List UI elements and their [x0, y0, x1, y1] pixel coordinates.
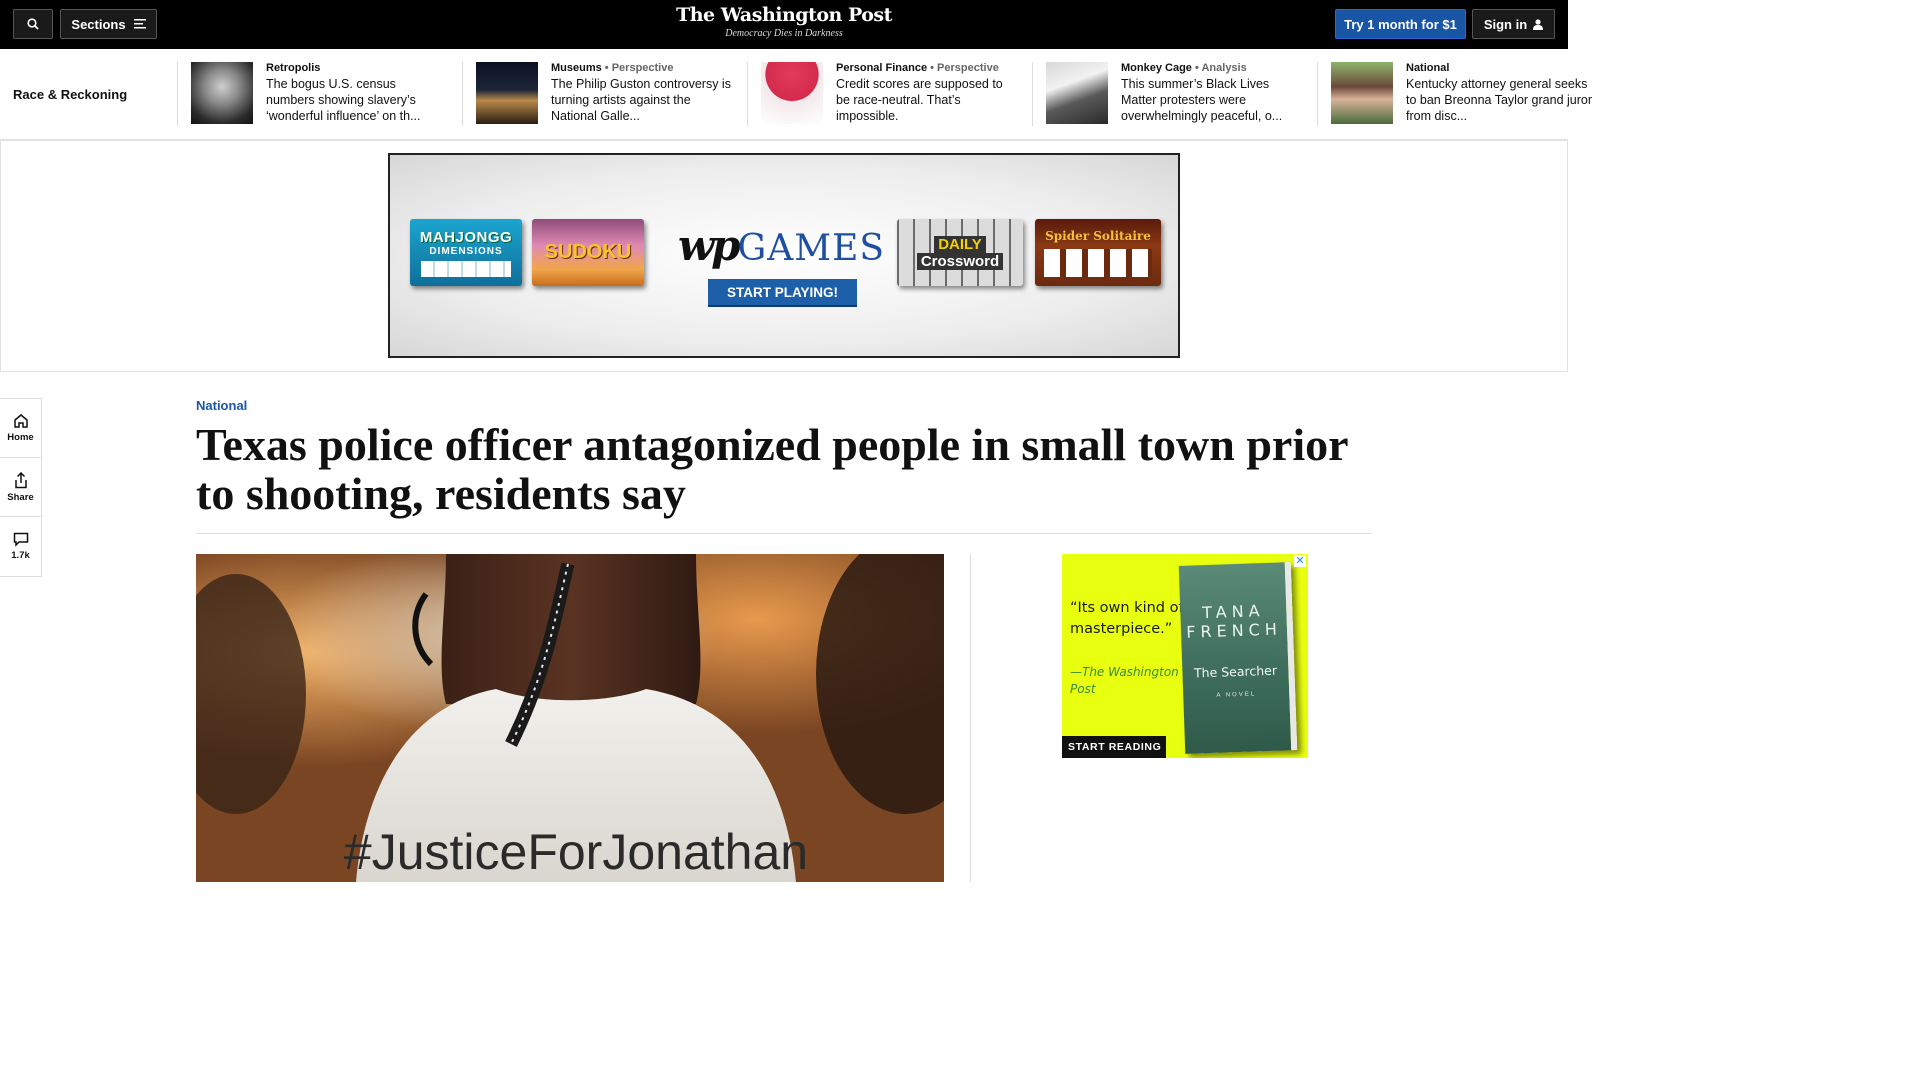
- article-section-link[interactable]: National: [196, 398, 247, 413]
- strip-thumbnail[interactable]: [191, 62, 253, 124]
- strip-headline[interactable]: Credit scores are supposed to be race-ne…: [836, 76, 1016, 124]
- logo-tagline: Democracy Dies in Darkness: [725, 28, 843, 39]
- ad-attribution: —The Washington Post: [1070, 665, 1179, 696]
- lead-photo[interactable]: #JusticeForJonathan: [196, 554, 944, 882]
- book-advertisement[interactable]: “Its own kind of masterpiece.” —The Wash…: [1062, 554, 1308, 758]
- strip-headline[interactable]: The bogus U.S. census numbers showing sl…: [266, 76, 446, 124]
- strip-kicker[interactable]: National: [1406, 62, 1596, 74]
- strip-headline[interactable]: This summer’s Black Lives Matter protest…: [1121, 76, 1301, 124]
- crossword-tile[interactable]: DAILY Crossword: [897, 219, 1023, 286]
- article-headline: Texas police officer antagonized people …: [196, 419, 1348, 519]
- strip-kicker[interactable]: Monkey Cage • Analysis: [1121, 62, 1301, 74]
- headline-divider: [196, 533, 1372, 534]
- sign-in-button[interactable]: Sign in: [1472, 9, 1555, 39]
- strip-title[interactable]: Race & Reckoning: [13, 87, 127, 102]
- home-label: Home: [7, 432, 34, 443]
- home-icon: [13, 414, 28, 428]
- games-advertisement[interactable]: MAHJONGG DIMENSIONS SUDOKU wpGAMES START…: [388, 153, 1180, 358]
- strip-thumbnail[interactable]: [1331, 62, 1393, 124]
- top-navigation-bar: Sections The Washington Post Democracy D…: [0, 0, 1568, 49]
- strip-kicker[interactable]: Personal Finance • Perspective: [836, 62, 1016, 74]
- spider-solitaire-tile[interactable]: Spider Solitaire: [1035, 219, 1161, 286]
- book-author: TANA FRENCH: [1185, 601, 1283, 642]
- share-label: Share: [7, 491, 34, 503]
- home-button[interactable]: Home: [0, 399, 41, 458]
- share-icon: [14, 471, 27, 488]
- book-title: The Searcher: [1193, 662, 1278, 681]
- strip-thumbnail[interactable]: [1046, 62, 1108, 124]
- ad-quote: “Its own kind of masterpiece.”: [1070, 600, 1184, 637]
- article-side-rail: Home Share 1.7k: [0, 398, 42, 577]
- strip-thumbnail[interactable]: [476, 62, 538, 124]
- user-icon: [1533, 18, 1544, 30]
- strip-headline[interactable]: Kentucky attorney general seeks to ban B…: [1406, 76, 1596, 124]
- wp-games-logo: wpGAMES: [678, 221, 886, 270]
- subscribe-button[interactable]: Try 1 month for $1: [1335, 9, 1466, 39]
- sign-in-label: Sign in: [1483, 16, 1528, 32]
- close-ad-icon[interactable]: ✕: [1294, 555, 1306, 567]
- strip-item[interactable]: Museums • Perspective The Philip Guston …: [462, 62, 731, 126]
- strip-headline[interactable]: The Philip Guston controversy is turning…: [551, 76, 731, 124]
- sudoku-tile[interactable]: SUDOKU: [532, 219, 644, 286]
- comments-button[interactable]: 1.7k: [0, 517, 41, 576]
- mahjongg-tile[interactable]: MAHJONGG DIMENSIONS: [410, 219, 522, 286]
- book-cover: TANA FRENCH The Searcher A NOVEL: [1178, 562, 1298, 754]
- site-logo[interactable]: The Washington Post Democracy Dies in Da…: [0, 4, 1568, 39]
- comments-count: 1.7k: [11, 550, 30, 561]
- strip-item[interactable]: Monkey Cage • Analysis This summer’s Bla…: [1032, 62, 1301, 126]
- strip-item[interactable]: Retropolis The bogus U.S. census numbers…: [177, 62, 446, 126]
- strip-item[interactable]: Personal Finance • Perspective Credit sc…: [747, 62, 1016, 126]
- comment-icon: [13, 532, 28, 547]
- strip-kicker[interactable]: Retropolis: [266, 62, 446, 74]
- lead-photo-image: #JusticeForJonathan: [196, 554, 944, 882]
- start-reading-button[interactable]: START READING: [1062, 736, 1166, 758]
- start-playing-button[interactable]: START PLAYING!: [708, 279, 857, 307]
- shirt-text: #JusticeForJonathan: [344, 824, 808, 880]
- column-divider: [970, 554, 971, 882]
- logo-name: The Washington Post: [676, 4, 892, 26]
- strip-thumbnail[interactable]: [761, 62, 823, 124]
- book-subtitle: A NOVEL: [1216, 691, 1257, 699]
- strip-item[interactable]: National Kentucky attorney general seeks…: [1317, 62, 1596, 126]
- race-reckoning-strip: Race & Reckoning Retropolis The bogus U.…: [0, 49, 1592, 140]
- share-button[interactable]: Share: [0, 458, 41, 517]
- strip-kicker[interactable]: Museums • Perspective: [551, 62, 731, 74]
